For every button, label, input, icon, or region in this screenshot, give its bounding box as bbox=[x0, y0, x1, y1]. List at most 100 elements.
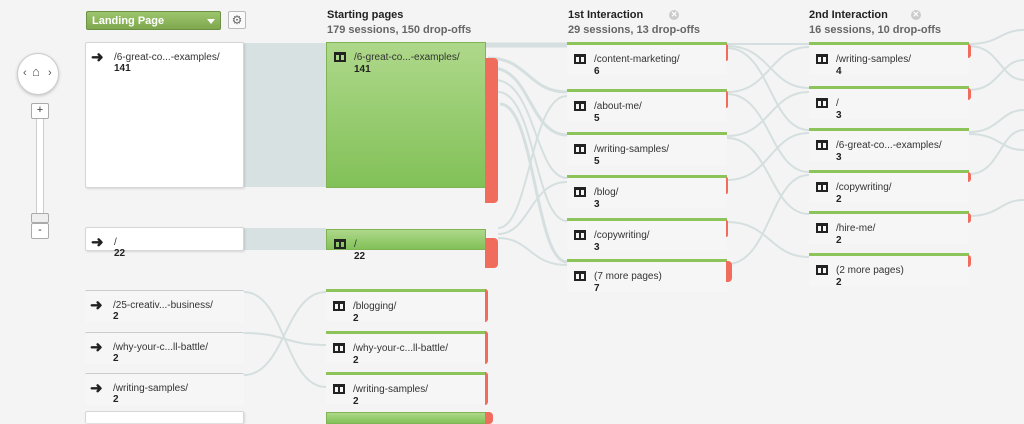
landing-page-dropdown[interactable]: Landing Page bbox=[86, 11, 221, 30]
page-icon bbox=[816, 265, 828, 275]
node-label: (7 more pages) bbox=[594, 271, 662, 282]
dropoff-bar[interactable] bbox=[968, 88, 971, 100]
node-label: /6-great-co...-examples/ bbox=[354, 52, 460, 63]
dropoff-bar[interactable] bbox=[968, 44, 971, 58]
zoom-track[interactable] bbox=[36, 118, 44, 226]
second-interaction-node[interactable]: /writing-samples/ 4 bbox=[809, 42, 969, 77]
node-label: /about-me/ bbox=[594, 101, 642, 112]
node-count: 4 bbox=[836, 66, 842, 77]
node-label: / bbox=[836, 98, 839, 109]
node-label: /6-great-co...-examples/ bbox=[836, 140, 942, 151]
node-label: / bbox=[354, 239, 357, 250]
page-icon bbox=[334, 239, 346, 249]
page-icon bbox=[816, 98, 828, 108]
dropdown-label: Landing Page bbox=[92, 15, 165, 27]
page-icon bbox=[333, 384, 345, 394]
starting-node[interactable]: /why-your-c...ll-battle/ 2 bbox=[326, 331, 486, 366]
chevron-down-icon bbox=[207, 19, 215, 24]
landing-arrow-icon: ➜ bbox=[90, 297, 103, 314]
node-label: /writing-samples/ bbox=[353, 384, 429, 395]
dropoff-bar[interactable] bbox=[968, 213, 971, 223]
node-count: 2 bbox=[836, 277, 842, 288]
node-label: /copywriting/ bbox=[836, 182, 892, 193]
node-label: /writing-samples/ bbox=[594, 144, 670, 155]
landing-arrow-icon: ➜ bbox=[90, 339, 103, 356]
second-interaction-node[interactable]: (2 more pages) 2 bbox=[809, 253, 969, 288]
page-icon bbox=[333, 301, 345, 311]
landing-node[interactable] bbox=[85, 411, 244, 423]
dropoff-bar[interactable] bbox=[726, 261, 732, 282]
dropoff-bar[interactable] bbox=[726, 91, 728, 108]
home-icon[interactable]: ⌂ bbox=[32, 64, 40, 79]
node-count: 22 bbox=[114, 248, 126, 259]
dropoff-bar[interactable] bbox=[485, 412, 493, 424]
dropoff-bar[interactable] bbox=[485, 331, 488, 364]
dropoff-bar[interactable] bbox=[485, 238, 498, 268]
pan-control[interactable]: ‹ ⌂ › bbox=[17, 53, 59, 95]
node-label: /why-your-c...ll-battle/ bbox=[353, 343, 449, 354]
starting-node[interactable]: /6-great-co...-examples/ 141 bbox=[326, 42, 486, 188]
column-stats: 179 sessions, 150 drop-offs bbox=[327, 24, 472, 36]
first-interaction-node[interactable]: /about-me/ 5 bbox=[567, 89, 727, 124]
first-interaction-node[interactable]: /blog/ 3 bbox=[567, 175, 727, 210]
node-count: 3 bbox=[836, 110, 842, 121]
flow-lines-2 bbox=[726, 42, 810, 265]
flow-lines-1 bbox=[486, 42, 568, 266]
chevron-left-icon[interactable]: ‹ bbox=[23, 67, 27, 79]
landing-node[interactable]: ➜ / 22 bbox=[85, 227, 244, 259]
page-icon bbox=[574, 230, 586, 240]
landing-node[interactable]: ➜ /why-your-c...ll-battle/ 2 bbox=[85, 332, 244, 364]
landing-node[interactable]: ➜ /writing-samples/ 2 bbox=[85, 373, 244, 405]
second-interaction-node[interactable]: / 3 bbox=[809, 86, 969, 121]
dropoff-bar[interactable] bbox=[726, 220, 728, 237]
node-count: 2 bbox=[113, 311, 119, 322]
page-icon bbox=[574, 101, 586, 111]
dropoff-bar[interactable] bbox=[968, 172, 971, 182]
dropoff-bar[interactable] bbox=[726, 177, 728, 194]
node-count: 3 bbox=[836, 152, 842, 163]
second-interaction-node[interactable]: /copywriting/ 2 bbox=[809, 170, 969, 205]
landing-node[interactable]: ➜ /6-great-co...-examples/ 141 bbox=[85, 42, 244, 188]
node-label: /content-marketing/ bbox=[594, 54, 680, 65]
page-icon bbox=[574, 271, 586, 281]
page-icon bbox=[816, 140, 828, 150]
landing-arrow-icon: ➜ bbox=[90, 380, 103, 397]
gear-icon[interactable]: ⚙ bbox=[228, 11, 246, 29]
first-interaction-node[interactable]: /writing-samples/ 5 bbox=[567, 132, 727, 167]
dropoff-bar[interactable] bbox=[968, 255, 971, 267]
starting-node[interactable]: / 22 bbox=[326, 229, 486, 262]
page-icon bbox=[574, 54, 586, 64]
first-interaction-node[interactable]: /content-marketing/ 6 bbox=[567, 42, 727, 77]
column-title: Starting pages bbox=[327, 9, 404, 21]
dropoff-bar[interactable] bbox=[485, 58, 498, 203]
first-interaction-node[interactable]: (7 more pages) 7 bbox=[567, 259, 727, 294]
close-icon[interactable]: ✕ bbox=[910, 10, 921, 20]
node-count: 141 bbox=[354, 64, 371, 75]
dropoff-bar[interactable] bbox=[485, 372, 488, 405]
chevron-right-icon[interactable]: › bbox=[48, 67, 52, 79]
node-count: 2 bbox=[353, 396, 359, 407]
zoom-out-button[interactable]: - bbox=[31, 223, 49, 239]
column-title: 2nd Interaction bbox=[809, 9, 888, 21]
close-icon[interactable]: ✕ bbox=[669, 10, 680, 20]
node-count: 2 bbox=[353, 355, 359, 366]
landing-node[interactable]: ➜ /25-creativ...-business/ 2 bbox=[85, 290, 244, 322]
node-count: 2 bbox=[836, 235, 842, 246]
flow-band bbox=[244, 228, 326, 250]
column-header-first: 1st Interaction ✕ 29 sessions, 13 drop-of… bbox=[568, 8, 700, 38]
first-interaction-node[interactable]: /copywriting/ 3 bbox=[567, 218, 727, 253]
landing-arrow-icon: ➜ bbox=[91, 49, 104, 66]
dropoff-bar[interactable] bbox=[726, 44, 728, 61]
starting-node[interactable]: /blogging/ 2 bbox=[326, 289, 486, 324]
zoom-slider[interactable]: + - bbox=[31, 103, 49, 239]
zoom-handle[interactable] bbox=[31, 213, 49, 223]
dropoff-bar[interactable] bbox=[485, 289, 488, 322]
node-count: 3 bbox=[594, 242, 600, 253]
starting-node[interactable]: /writing-samples/ 2 bbox=[326, 372, 486, 407]
zoom-in-button[interactable]: + bbox=[31, 103, 49, 119]
second-interaction-node[interactable]: /hire-me/ 2 bbox=[809, 211, 969, 246]
node-count: 2 bbox=[353, 313, 359, 324]
starting-node[interactable] bbox=[326, 412, 486, 424]
second-interaction-node[interactable]: /6-great-co...-examples/ 3 bbox=[809, 128, 969, 163]
node-count: 2 bbox=[836, 194, 842, 205]
